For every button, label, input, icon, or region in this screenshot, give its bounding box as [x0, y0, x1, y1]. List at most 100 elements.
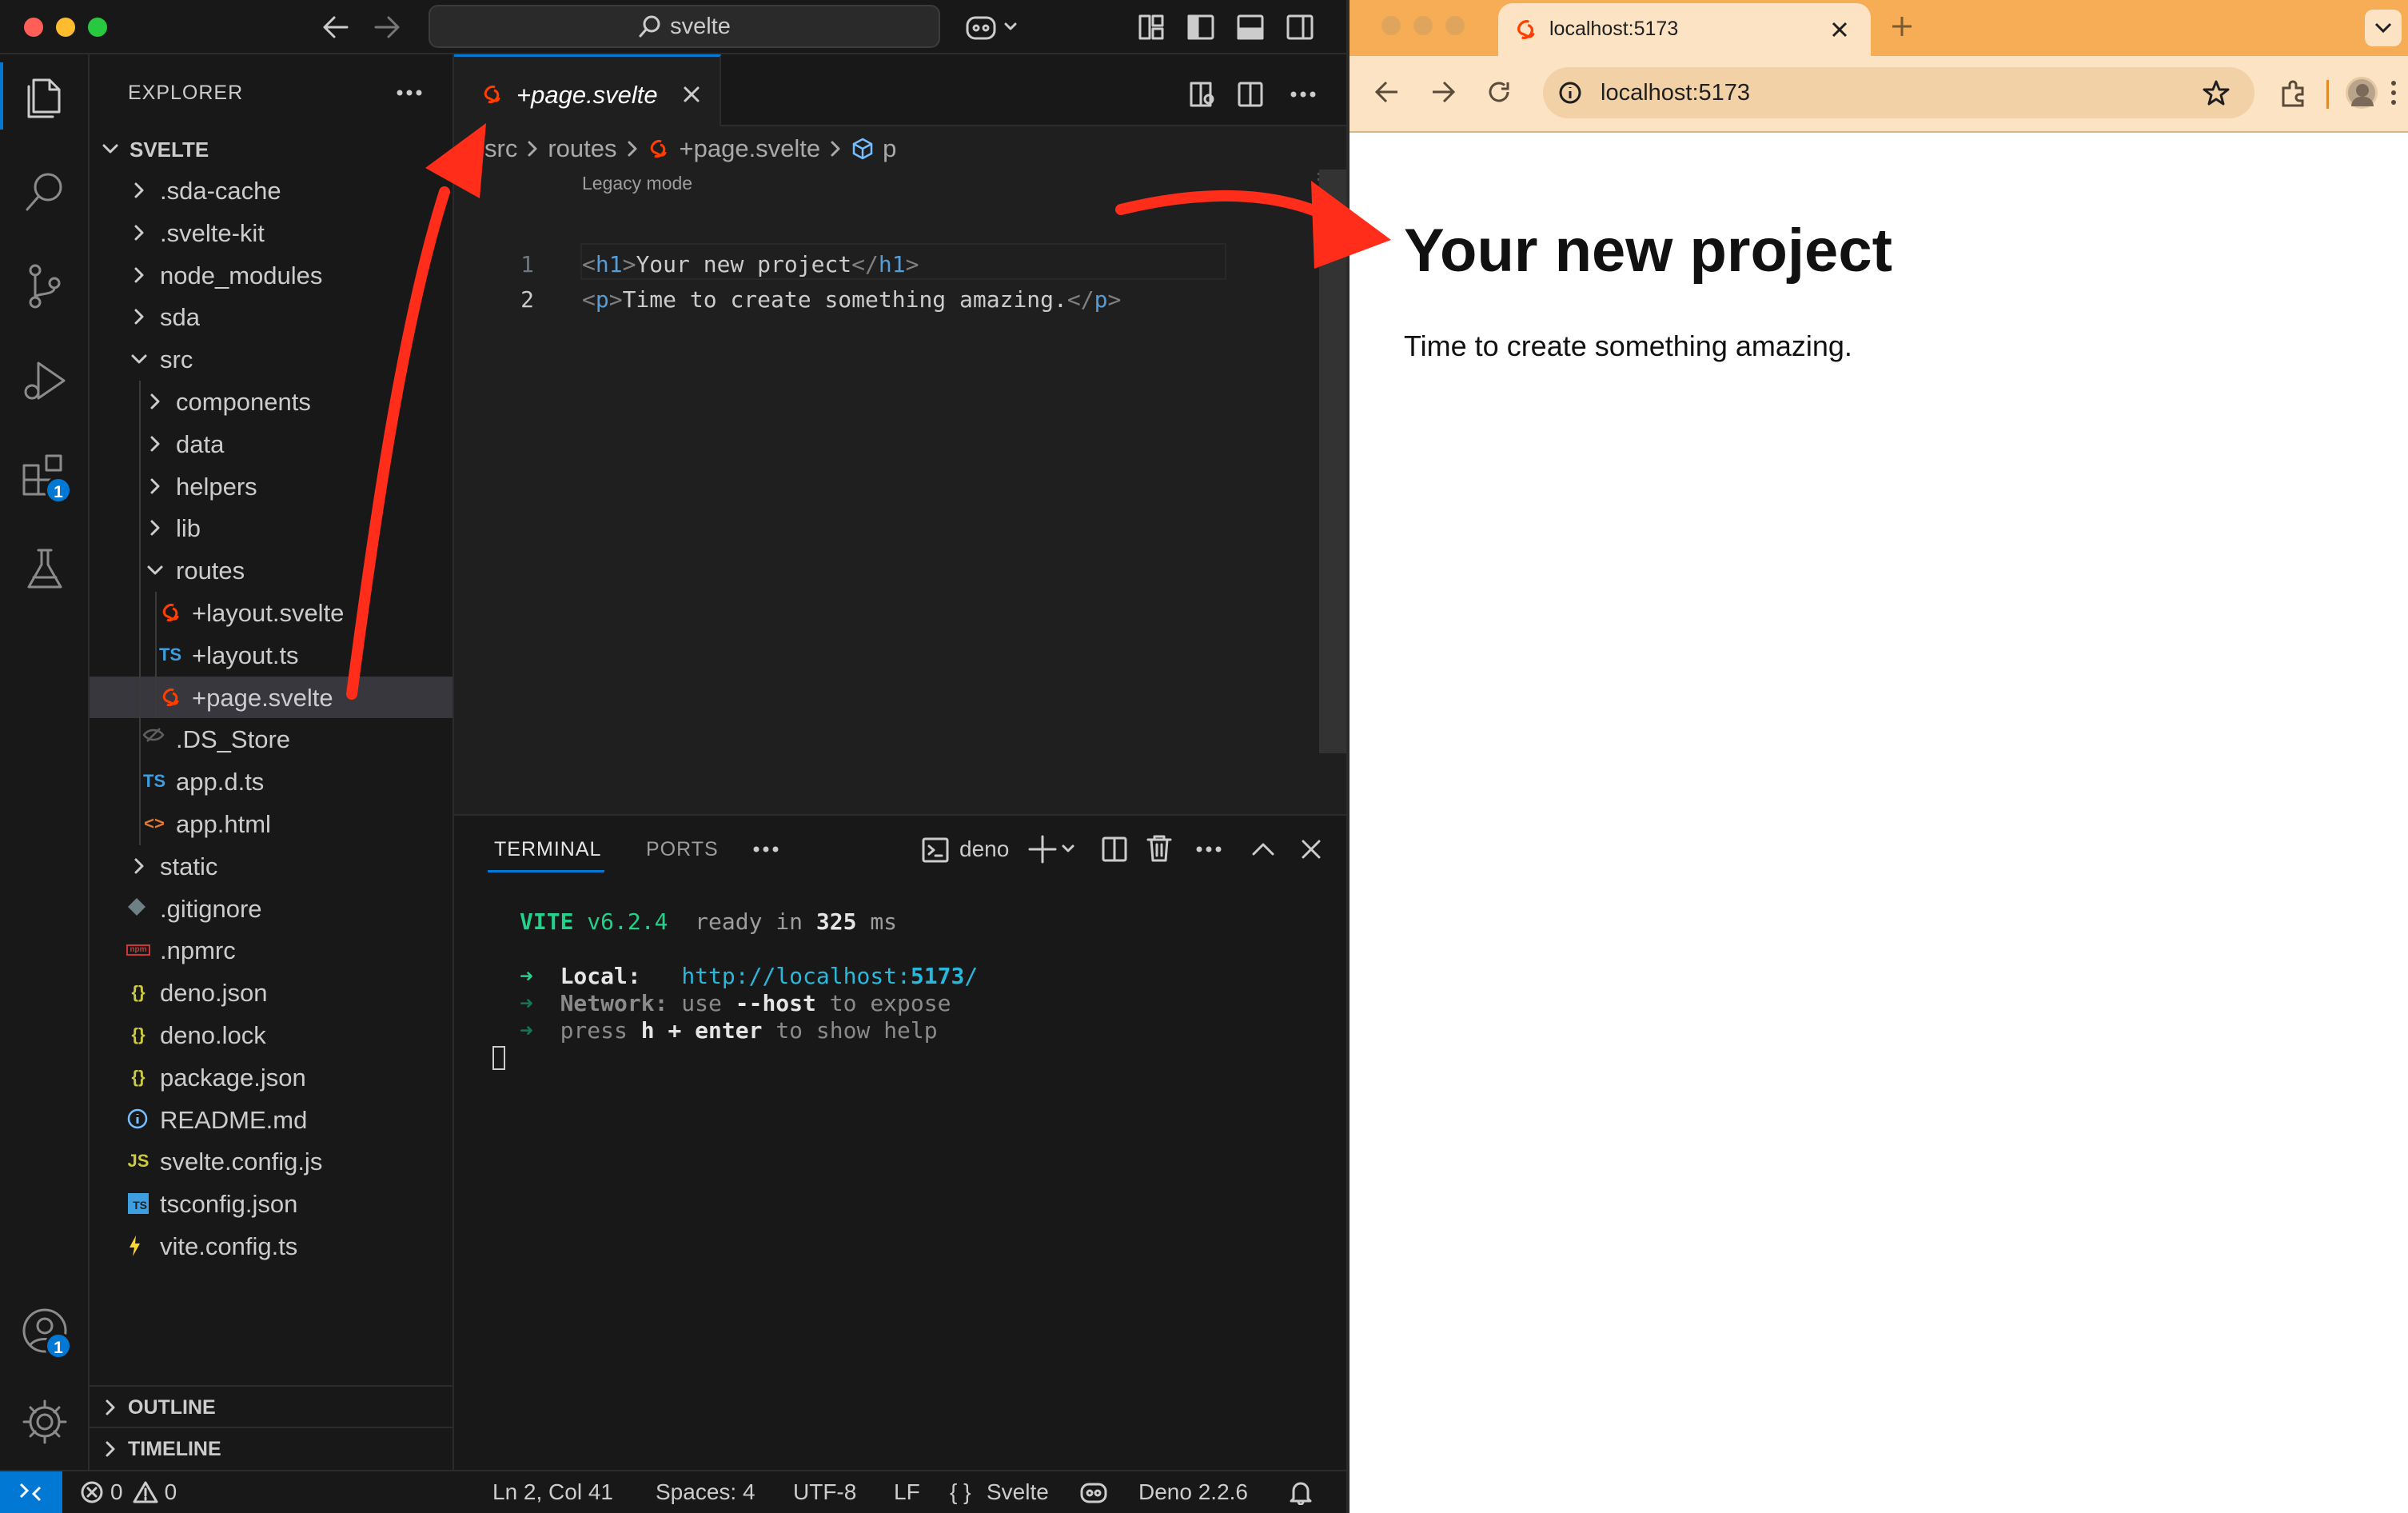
file-deno-lock[interactable]: {} deno.lock: [90, 1014, 452, 1056]
outline-section[interactable]: OUTLINE: [90, 1385, 452, 1427]
customize-layout-icon[interactable]: [1137, 13, 1166, 42]
file-tsconfig-json[interactable]: TS tsconfig.json: [90, 1183, 452, 1224]
tab-page-svelte[interactable]: +page.svelte: [454, 54, 721, 126]
copilot-status-icon[interactable]: [1079, 1479, 1108, 1505]
cursor-position[interactable]: Ln 2, Col 41: [492, 1479, 613, 1505]
terminal-more-icon[interactable]: [1194, 841, 1223, 857]
split-editor-icon[interactable]: [1236, 80, 1265, 109]
bookmark-star-icon[interactable]: [2202, 78, 2231, 107]
maximize-panel-icon[interactable]: [1250, 838, 1276, 860]
file-ds-store[interactable]: .DS_Store: [90, 718, 452, 760]
file-readme-md[interactable]: README.md: [90, 1099, 452, 1140]
indentation[interactable]: Spaces: 4: [656, 1479, 755, 1505]
go-forward-icon[interactable]: [373, 14, 401, 40]
browser-minimize-button[interactable]: [1413, 16, 1433, 35]
browser-close-button[interactable]: [1381, 16, 1401, 35]
file-package-json[interactable]: {} package.json: [90, 1056, 452, 1098]
copilot-icon[interactable]: [964, 13, 1020, 42]
close-window-button[interactable]: [24, 18, 43, 37]
file-gitignore[interactable]: .gitignore: [90, 888, 452, 929]
tree-item-label: lib: [176, 514, 201, 543]
runtime-version[interactable]: Deno 2.2.6: [1138, 1479, 1248, 1505]
address-bar[interactable]: localhost:5173: [1543, 67, 2255, 118]
more-actions-icon[interactable]: [395, 83, 424, 102]
forward-icon[interactable]: [1429, 78, 1457, 106]
folder-sda-cache[interactable]: .sda-cache: [90, 170, 452, 211]
problems-indicator[interactable]: 0 0: [80, 1479, 177, 1505]
browser-tab[interactable]: localhost:5173: [1498, 3, 1871, 56]
remote-indicator[interactable]: [0, 1471, 62, 1513]
file-svelte-config-js[interactable]: JS svelte.config.js: [90, 1140, 452, 1182]
command-center-search[interactable]: svelte: [429, 5, 940, 48]
browser-toolbar: localhost:5173: [1350, 56, 2408, 133]
gear-icon[interactable]: [18, 1395, 72, 1449]
terminal-name[interactable]: deno: [959, 836, 1009, 862]
folder-lib[interactable]: lib: [90, 507, 452, 549]
back-icon[interactable]: [1373, 78, 1401, 106]
zoom-window-button[interactable]: [88, 18, 107, 37]
bell-icon[interactable]: [1289, 1479, 1313, 1505]
tab-ports[interactable]: PORTS: [646, 838, 719, 861]
folder-node-modules[interactable]: node_modules: [90, 254, 452, 296]
open-preview-icon[interactable]: [1188, 80, 1217, 109]
scrollbar[interactable]: [1319, 170, 1346, 753]
editor-more-icon[interactable]: [1289, 86, 1318, 102]
folder-data[interactable]: data: [90, 423, 452, 465]
split-terminal-icon[interactable]: [1100, 835, 1129, 864]
file-layout-svelte[interactable]: +layout.svelte: [90, 592, 452, 633]
tab-terminal[interactable]: TERMINAL: [494, 838, 601, 861]
run-debug-icon[interactable]: [18, 353, 72, 408]
folder-svelte-kit[interactable]: .svelte-kit: [90, 212, 452, 253]
code-editor[interactable]: 1 <h1>Your new project</h1> 2 <p>Time to cr…: [454, 202, 1238, 313]
file-layout-ts[interactable]: TS +layout.ts: [90, 634, 452, 676]
close-panel-icon[interactable]: [1300, 838, 1322, 860]
timeline-section[interactable]: TIMELINE: [90, 1427, 452, 1468]
go-back-icon[interactable]: [321, 14, 350, 40]
folder-static[interactable]: static: [90, 845, 452, 887]
search-view-icon[interactable]: [18, 165, 72, 219]
profile-avatar[interactable]: [2346, 77, 2378, 109]
breadcrumb-src[interactable]: src: [484, 134, 517, 163]
terminal-cursor[interactable]: [492, 1046, 505, 1070]
folder-helpers[interactable]: helpers: [90, 465, 452, 507]
folder-components[interactable]: components: [90, 381, 452, 422]
toggle-secondary-sidebar-icon[interactable]: [1286, 13, 1314, 42]
site-info-icon[interactable]: [1557, 80, 1583, 106]
file-vite-config-ts[interactable]: vite.config.ts: [90, 1225, 452, 1267]
breadcrumb-element[interactable]: p: [883, 134, 896, 163]
terminal-line-local: ➜ Local: http://localhost:5173/: [520, 963, 979, 989]
browser-menu-icon[interactable]: [2386, 77, 2402, 109]
source-control-icon[interactable]: [18, 259, 72, 313]
file-npmrc[interactable]: npm .npmrc: [90, 929, 452, 971]
close-icon[interactable]: [683, 86, 700, 103]
trash-icon[interactable]: [1145, 833, 1174, 864]
tab-search-button[interactable]: [2365, 10, 2402, 46]
activity-bar: 1 1: [0, 54, 90, 1470]
folder-routes[interactable]: routes: [90, 549, 452, 591]
end-of-line[interactable]: LF: [894, 1479, 920, 1505]
new-tab-icon[interactable]: [1890, 14, 1914, 38]
chevron-right-icon: [106, 1441, 115, 1457]
browser-zoom-button[interactable]: [1445, 16, 1465, 35]
folder-src[interactable]: src: [90, 338, 452, 380]
explorer-icon[interactable]: [18, 69, 72, 123]
toggle-panel-icon[interactable]: [1236, 13, 1265, 42]
panel-more-icon[interactable]: [752, 841, 780, 857]
file-app-html[interactable]: <> app.html: [90, 803, 452, 844]
new-terminal-icon[interactable]: [1028, 833, 1079, 865]
file-app-d-ts[interactable]: TS app.d.ts: [90, 760, 452, 802]
workspace-header[interactable]: SVELTE: [90, 128, 452, 170]
folder-sda[interactable]: sda: [90, 296, 452, 337]
toggle-primary-sidebar-icon[interactable]: [1186, 13, 1215, 42]
file-deno-json[interactable]: {} deno.json: [90, 972, 452, 1013]
breadcrumb-file[interactable]: +page.svelte: [680, 134, 821, 163]
extensions-puzzle-icon[interactable]: [2277, 77, 2309, 109]
language-mode[interactable]: Svelte: [987, 1479, 1049, 1505]
testing-icon[interactable]: [18, 542, 72, 597]
minimize-window-button[interactable]: [56, 18, 75, 37]
encoding[interactable]: UTF-8: [793, 1479, 856, 1505]
breadcrumb-routes[interactable]: routes: [548, 134, 616, 163]
close-icon[interactable]: [1831, 21, 1848, 38]
file-page-svelte[interactable]: +page.svelte: [90, 676, 452, 718]
reload-icon[interactable]: [1485, 78, 1513, 106]
